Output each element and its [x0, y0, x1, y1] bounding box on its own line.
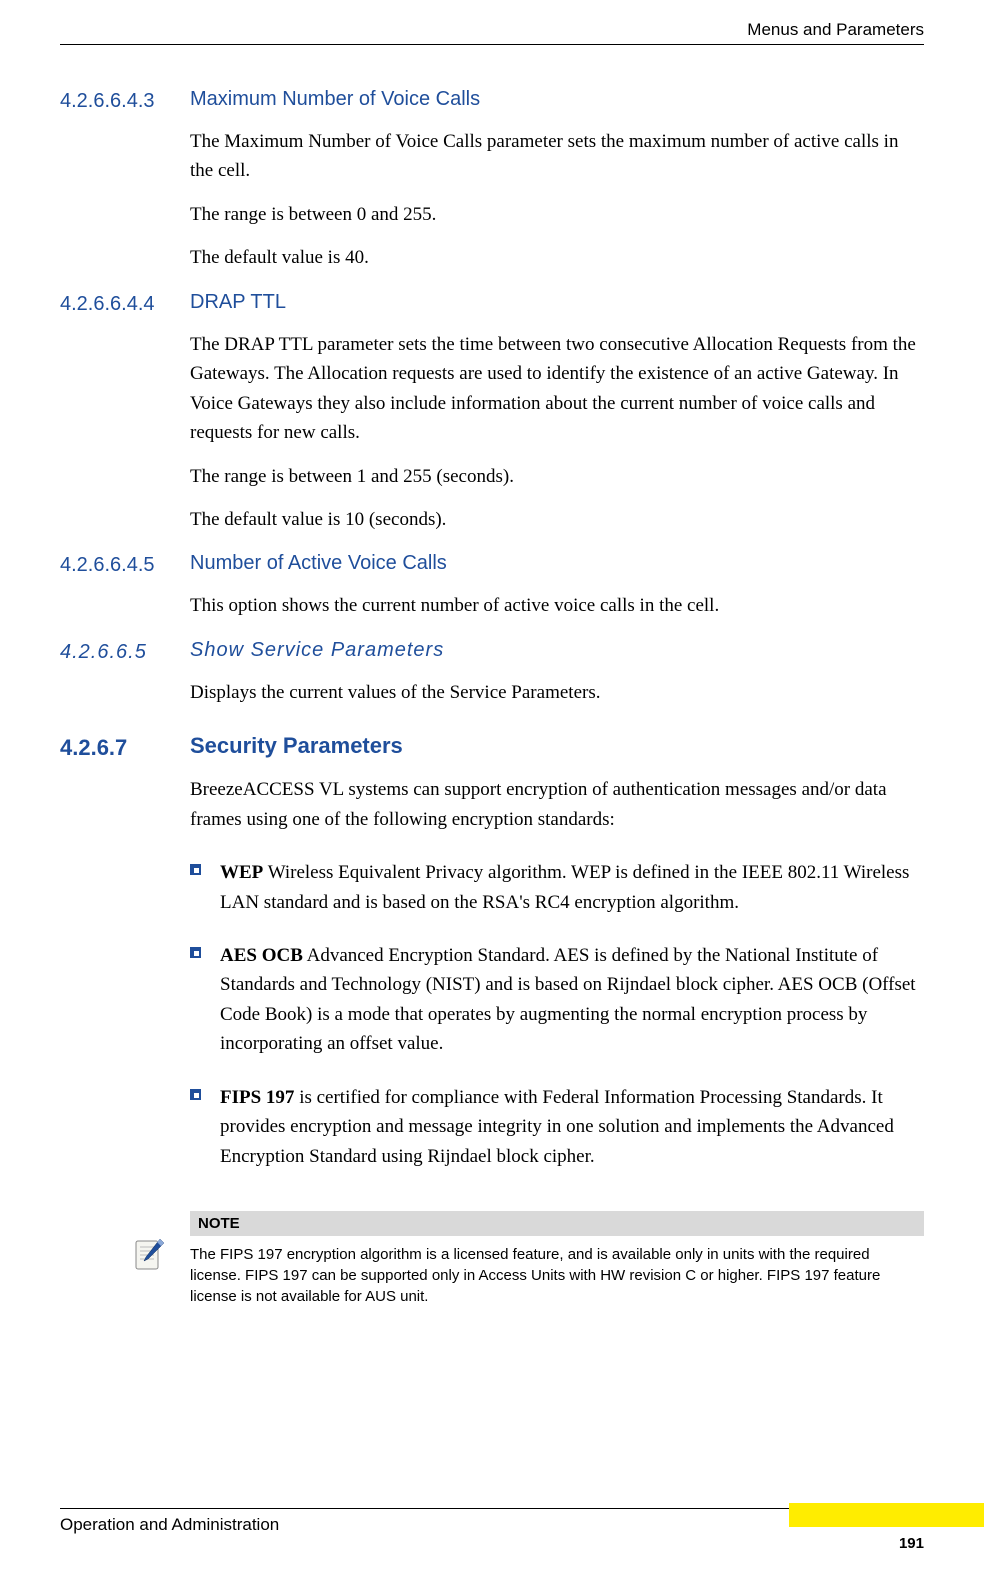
header-rule — [60, 44, 924, 45]
section-heading: 4.2.6.6.5 Show Service Parameters — [60, 639, 924, 664]
note-label: NOTE — [190, 1211, 924, 1236]
bullet-icon — [190, 1083, 220, 1100]
bullet-bold: WEP — [220, 862, 263, 883]
page-number: 191 — [899, 1535, 924, 1552]
section-heading: 4.2.6.6.4.5 Number of Active Voice Calls — [60, 552, 924, 577]
bullet-text: WEP Wireless Equivalent Privacy algorith… — [220, 858, 924, 917]
paragraph: The default value is 10 (seconds). — [190, 505, 924, 534]
bullet-text: FIPS 197 is certified for compliance wit… — [220, 1083, 924, 1171]
section-title: Number of Active Voice Calls — [190, 552, 447, 574]
section-number: 4.2.6.6.4.5 — [60, 554, 155, 576]
section-heading: 4.2.6.6.4.4 DRAP TTL — [60, 291, 924, 316]
note-body: The FIPS 197 encryption algorithm is a l… — [190, 1236, 924, 1307]
paragraph: Displays the current values of the Servi… — [190, 678, 924, 707]
footer-right: 191 — [789, 1515, 924, 1565]
paragraph: The range is between 0 and 255. — [190, 200, 924, 229]
section-number: 4.2.6.6.4.4 — [60, 293, 155, 315]
section-number: 4.2.6.6.5 — [60, 641, 147, 663]
note-box: NOTE The FIPS 197 encryption algorithm i… — [60, 1211, 924, 1307]
section-heading: 4.2.6.7 Security Parameters — [60, 733, 924, 761]
section-title: DRAP TTL — [190, 291, 286, 313]
page-content: 4.2.6.6.4.3 Maximum Number of Voice Call… — [0, 70, 984, 1307]
header-right-text: Menus and Parameters — [60, 20, 924, 44]
paragraph: The range is between 1 and 255 (seconds)… — [190, 462, 924, 491]
note-icon-cell — [60, 1211, 190, 1275]
section-heading: 4.2.6.6.4.3 Maximum Number of Voice Call… — [60, 88, 924, 113]
bullet-bold: FIPS 197 — [220, 1087, 294, 1108]
bullet-rest: is certified for compliance with Federal… — [220, 1087, 894, 1167]
section-number: 4.2.6.7 — [60, 735, 127, 760]
bullet-icon — [190, 941, 220, 958]
paragraph: The Maximum Number of Voice Calls parame… — [190, 127, 924, 186]
bullet-rest: Wireless Equivalent Privacy algorithm. W… — [220, 862, 909, 912]
bullet-text: AES OCB Advanced Encryption Standard. AE… — [220, 941, 924, 1059]
paragraph: The default value is 40. — [190, 243, 924, 272]
footer-left-text: Operation and Administration — [60, 1515, 279, 1535]
page-footer: Operation and Administration 191 — [0, 1508, 984, 1565]
bullet-item: AES OCB Advanced Encryption Standard. AE… — [190, 941, 924, 1059]
page-header: Menus and Parameters — [0, 20, 984, 45]
section-title: Security Parameters — [190, 733, 403, 758]
paragraph: The DRAP TTL parameter sets the time bet… — [190, 330, 924, 448]
paragraph: This option shows the current number of … — [190, 591, 924, 620]
section-number: 4.2.6.6.4.3 — [60, 90, 155, 112]
bullet-bold: AES OCB — [220, 945, 303, 966]
bullet-item: FIPS 197 is certified for compliance wit… — [190, 1083, 924, 1171]
bullet-item: WEP Wireless Equivalent Privacy algorith… — [190, 858, 924, 917]
paragraph: BreezeACCESS VL systems can support encr… — [190, 775, 924, 834]
footer-rule — [60, 1508, 800, 1509]
section-title: Show Service Parameters — [190, 639, 444, 661]
yellow-bar — [789, 1503, 984, 1527]
pencil-note-icon — [130, 1235, 170, 1275]
note-content: NOTE The FIPS 197 encryption algorithm i… — [190, 1211, 924, 1307]
section-title: Maximum Number of Voice Calls — [190, 88, 480, 110]
bullet-rest: Advanced Encryption Standard. AES is def… — [220, 945, 916, 1054]
bullet-icon — [190, 858, 220, 875]
